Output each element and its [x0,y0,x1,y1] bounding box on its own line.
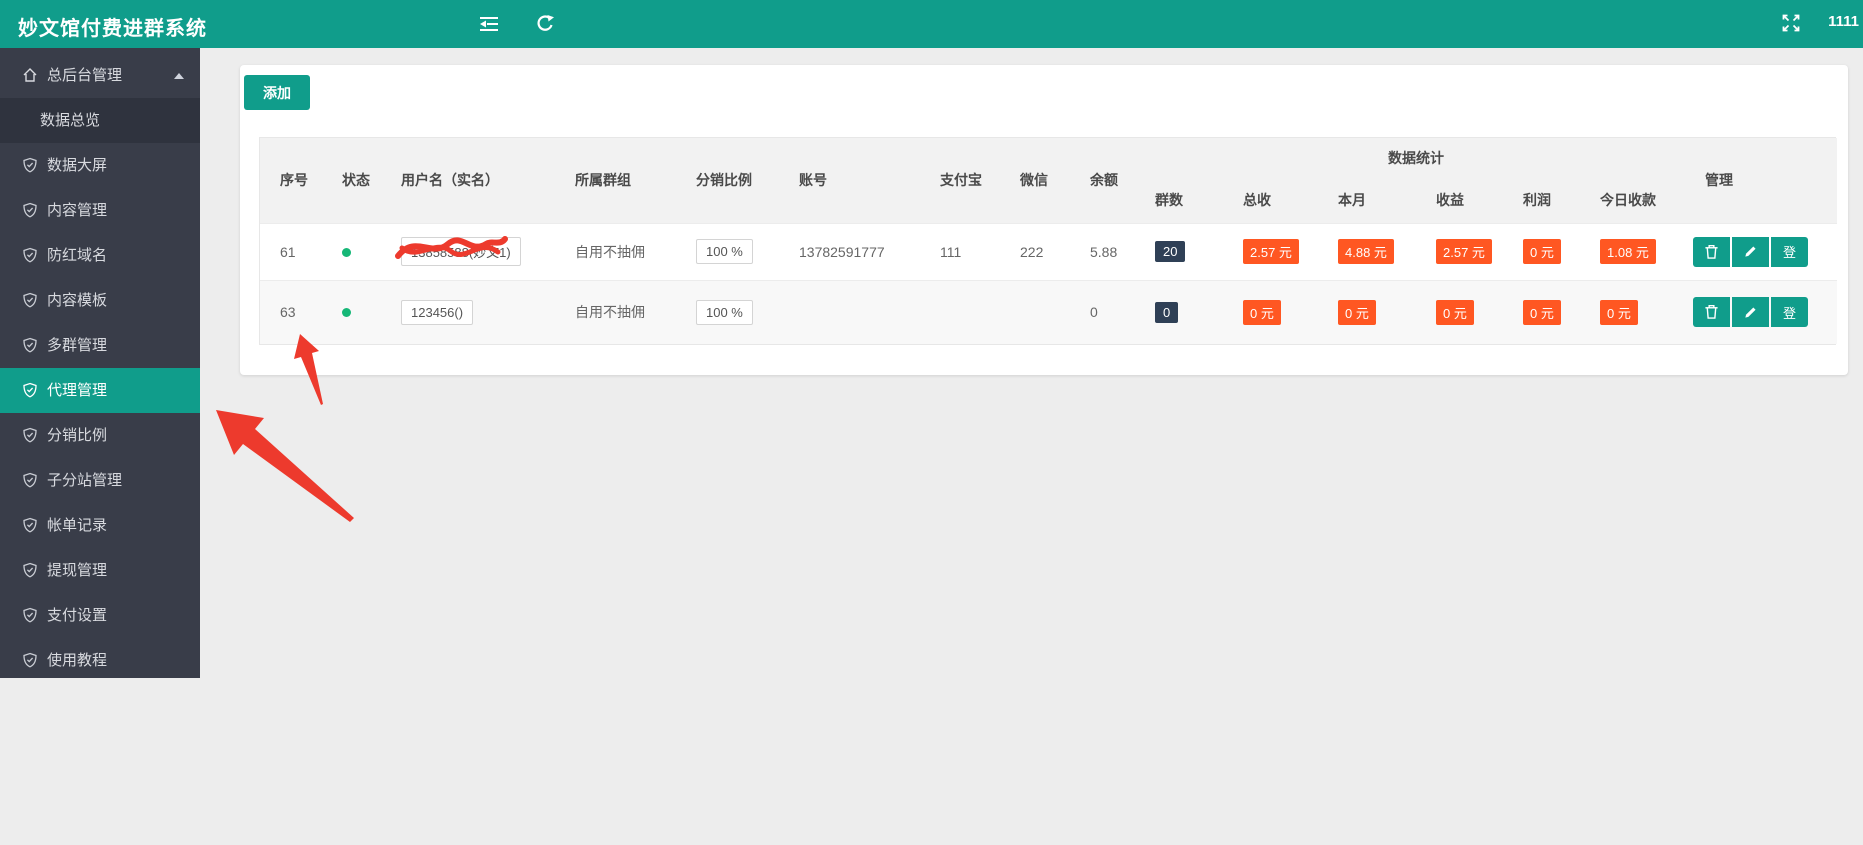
sidebar-item-content-template[interactable]: 内容模板 [0,278,200,323]
shield-check-icon [23,202,37,218]
today-income-badge: 1.08 元 [1600,239,1656,264]
col-header-index: 序号 [260,138,322,223]
fullscreen-icon[interactable] [1780,13,1802,33]
logged-in-username[interactable]: 1111 [1828,13,1859,30]
today-income-badge: 0 元 [1600,299,1638,325]
menu-fold-icon[interactable] [478,14,500,34]
cell-account: 13782591777 [799,243,885,260]
total-income-badge: 0 元 [1243,299,1281,325]
shield-check-icon [23,517,37,533]
sidebar-item-anti-red-domain[interactable]: 防红域名 [0,233,200,278]
earnings-badge: 0 元 [1436,299,1474,325]
edit-button[interactable] [1732,236,1770,267]
red-arrow-to-menu [216,410,354,522]
shield-check-icon [23,427,37,443]
col-header-total-income: 总收 [1235,178,1330,223]
shield-check-icon [23,157,37,173]
cell-balance: 0 [1090,304,1098,321]
agent-table: 序号 状态 用户名（实名） 所属群组 分销比例 账号 支付宝 微信 余额 数据统… [259,137,1838,345]
delete-icon [1705,244,1718,259]
sidebar-item-withdrawal-mgmt[interactable]: 提现管理 [0,548,200,593]
status-online-dot [342,247,351,257]
chevron-up-icon [174,73,184,79]
top-header-bar: 妙文馆付费进群系统 1111 [0,0,1863,48]
col-header-status: 状态 [322,138,381,223]
sidebar-item-substation-mgmt[interactable]: 子分站管理 [0,458,200,503]
col-header-balance: 余额 [1070,138,1147,223]
col-header-group: 所属群组 [555,138,676,223]
sidebar-item-data-overview[interactable]: 数据总览 [0,98,200,143]
sidebar-item-agent-mgmt[interactable]: 代理管理 [0,368,200,413]
profit-badge: 0 元 [1523,299,1561,325]
sidebar-nav: 总后台管理 数据总览 数据大屏 内容管理 防红域名 内容模板 多群管理 代理管理… [0,48,200,678]
col-group-header-stats: 数据统计 [1147,138,1686,178]
cell-alipay [920,280,1000,344]
sidebar-item-distribution-ratio[interactable]: 分销比例 [0,413,200,458]
cell-group: 自用不抽佣 [575,243,645,260]
month-income-badge: 0 元 [1338,299,1376,325]
col-header-today-income: 今日收款 [1592,178,1686,223]
month-income-badge: 4.88 元 [1338,239,1394,264]
edit-button[interactable] [1732,297,1770,328]
delete-button[interactable] [1693,297,1731,328]
col-header-this-month: 本月 [1330,178,1428,223]
col-header-profit: 利润 [1515,178,1592,223]
delete-icon [1705,305,1718,320]
shield-check-icon [23,472,37,488]
login-as-button[interactable]: 登 [1771,297,1809,328]
sidebar-item-payment-settings[interactable]: 支付设置 [0,593,200,638]
edit-icon [1745,307,1756,318]
group-count-badge: 20 [1155,241,1186,262]
username-field[interactable]: 13858588(妙文1) [401,237,521,266]
profit-badge: 0 元 [1523,239,1561,264]
shield-check-icon [23,607,37,623]
username-field[interactable]: 123456() [401,299,474,325]
total-income-badge: 2.57 元 [1243,239,1299,264]
cell-alipay: 111 [940,243,962,260]
shield-check-icon [23,292,37,308]
col-header-ratio: 分销比例 [676,138,779,223]
refresh-icon[interactable] [534,14,556,34]
add-button[interactable]: 添加 [244,75,310,110]
sidebar-item-multi-group[interactable]: 多群管理 [0,323,200,368]
col-header-username: 用户名（实名） [381,138,555,223]
shield-check-icon [23,247,37,263]
delete-button[interactable] [1693,236,1731,267]
group-count-badge: 0 [1155,301,1179,323]
cell-account [779,280,920,344]
cell-wechat: 222 [1020,243,1044,260]
col-header-alipay: 支付宝 [920,138,1000,223]
col-header-group-count: 群数 [1147,178,1235,223]
col-header-wechat: 微信 [1000,138,1070,223]
sidebar-item-main-admin[interactable]: 总后台管理 [0,53,200,98]
ratio-field[interactable]: 100 % [696,239,753,264]
table-row: 63 123456() 自用不抽佣 100 % 0 0 0 元 0 元 0 元 … [260,280,1838,344]
col-header-account: 账号 [779,138,920,223]
sidebar-item-tutorial[interactable]: 使用教程 [0,638,200,683]
ratio-field[interactable]: 100 % [696,299,753,325]
cell-group: 自用不抽佣 [575,304,645,321]
login-as-button[interactable]: 登 [1771,236,1809,267]
sidebar-item-data-screen[interactable]: 数据大屏 [0,143,200,188]
shield-check-icon [23,337,37,353]
table-row: 61 13858588(妙文1) 自用不抽佣 100 % 13782591777… [260,223,1838,280]
status-online-dot [342,308,351,318]
cell-index: 61 [280,243,296,260]
edit-icon [1745,246,1756,257]
sidebar-item-bill-records[interactable]: 帐单记录 [0,503,200,548]
content-card: 添加 序号 状态 用户名（实名） 所属群组 分销比例 账号 支付宝 微信 余额 … [240,65,1848,375]
cell-index: 63 [280,304,296,321]
cell-wechat [1000,280,1070,344]
col-header-manage: 管理 [1685,138,1838,223]
shield-check-icon [23,562,37,578]
app-title: 妙文馆付费进群系统 [18,18,207,40]
col-header-earnings: 收益 [1428,178,1515,223]
earnings-badge: 2.57 元 [1436,239,1492,264]
cell-balance: 5.88 [1090,243,1118,260]
sidebar-item-content-mgmt[interactable]: 内容管理 [0,188,200,233]
shield-check-icon [23,382,37,398]
shield-check-icon [23,652,37,668]
home-icon [23,67,37,82]
